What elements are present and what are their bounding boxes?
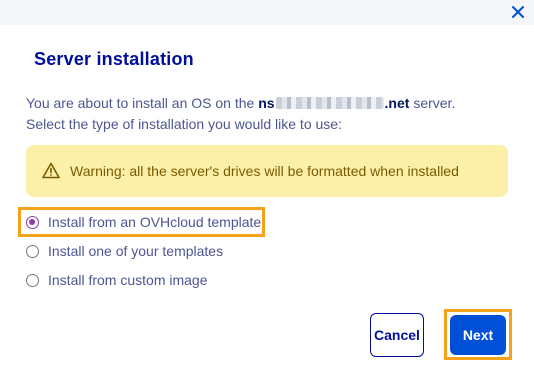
dialog-description: You are about to install an OS on the ns… bbox=[26, 93, 455, 135]
server-name: ns .net bbox=[258, 95, 409, 111]
description-suffix: server. bbox=[409, 95, 456, 111]
option-label: Install from an OVHcloud template bbox=[48, 214, 262, 230]
radio-custom-image[interactable] bbox=[26, 273, 39, 287]
description-line-2: Select the type of installation you woul… bbox=[26, 116, 342, 132]
option-custom-image[interactable]: Install from custom image bbox=[26, 269, 208, 291]
option-your-templates[interactable]: Install one of your templates bbox=[26, 240, 223, 262]
cancel-button[interactable]: Cancel bbox=[370, 313, 424, 357]
redacted-server-name bbox=[275, 97, 384, 109]
option-label: Install from custom image bbox=[48, 272, 208, 288]
warning-banner: Warning: all the server's drives will be… bbox=[26, 145, 508, 197]
radio-your-templates[interactable] bbox=[26, 244, 39, 258]
description-line-1: You are about to install an OS on the ns… bbox=[26, 93, 455, 114]
dialog-header-bar bbox=[0, 0, 534, 25]
option-label: Install one of your templates bbox=[48, 243, 224, 259]
server-name-end: .net bbox=[384, 95, 410, 111]
dialog-title: Server installation bbox=[34, 49, 194, 69]
server-name-start: ns bbox=[258, 95, 275, 111]
warning-triangle-icon bbox=[42, 162, 60, 179]
radio-ovhcloud-template[interactable] bbox=[26, 215, 39, 229]
close-icon[interactable] bbox=[509, 3, 527, 21]
warning-text: Warning: all the server's drives will be… bbox=[70, 163, 459, 179]
next-button[interactable]: Next bbox=[450, 315, 506, 355]
description-prefix: You are about to install an OS on the bbox=[26, 95, 259, 111]
option-ovhcloud-template[interactable]: Install from an OVHcloud template bbox=[26, 211, 261, 233]
